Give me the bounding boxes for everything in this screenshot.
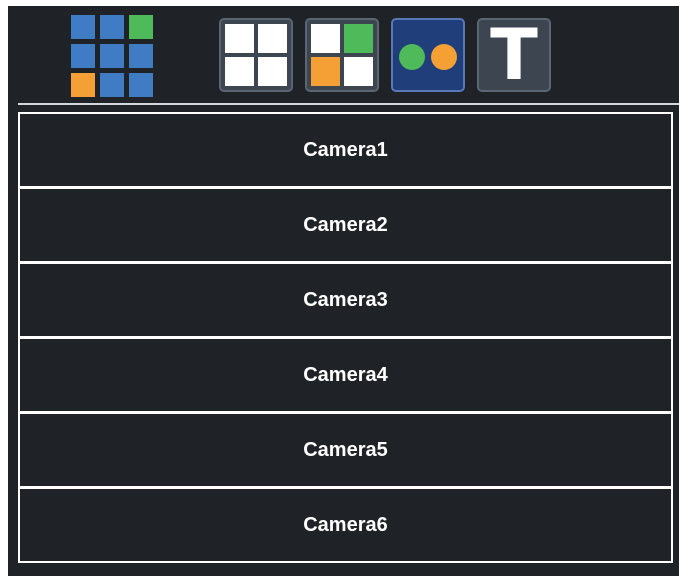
camera-item-6[interactable]: Camera6 — [18, 487, 673, 563]
camera-label: Camera6 — [303, 513, 388, 536]
camera-label: Camera3 — [303, 288, 388, 311]
text-mode-button[interactable]: T — [477, 18, 551, 92]
toolbar-divider — [18, 103, 679, 105]
camera-label: Camera1 — [303, 138, 388, 161]
letter-t-icon: T — [490, 14, 538, 96]
grid-3x3-icon — [71, 15, 153, 97]
camera-label: Camera4 — [303, 363, 388, 386]
camera-panel: T Camera1 Camera2 Camera3 Camera4 Camera… — [8, 6, 679, 576]
layout-dots-button[interactable] — [391, 18, 465, 92]
layout-2x2-button[interactable] — [219, 18, 293, 92]
camera-item-2[interactable]: Camera2 — [18, 187, 673, 263]
camera-label: Camera2 — [303, 213, 388, 236]
camera-item-1[interactable]: Camera1 — [18, 112, 673, 188]
camera-item-4[interactable]: Camera4 — [18, 337, 673, 413]
camera-label: Camera5 — [303, 438, 388, 461]
camera-item-3[interactable]: Camera3 — [18, 262, 673, 338]
camera-item-5[interactable]: Camera5 — [18, 412, 673, 488]
camera-list: Camera1 Camera2 Camera3 Camera4 Camera5 … — [18, 112, 673, 563]
layout-mixed-button[interactable] — [305, 18, 379, 92]
toolbar: T — [8, 6, 679, 102]
